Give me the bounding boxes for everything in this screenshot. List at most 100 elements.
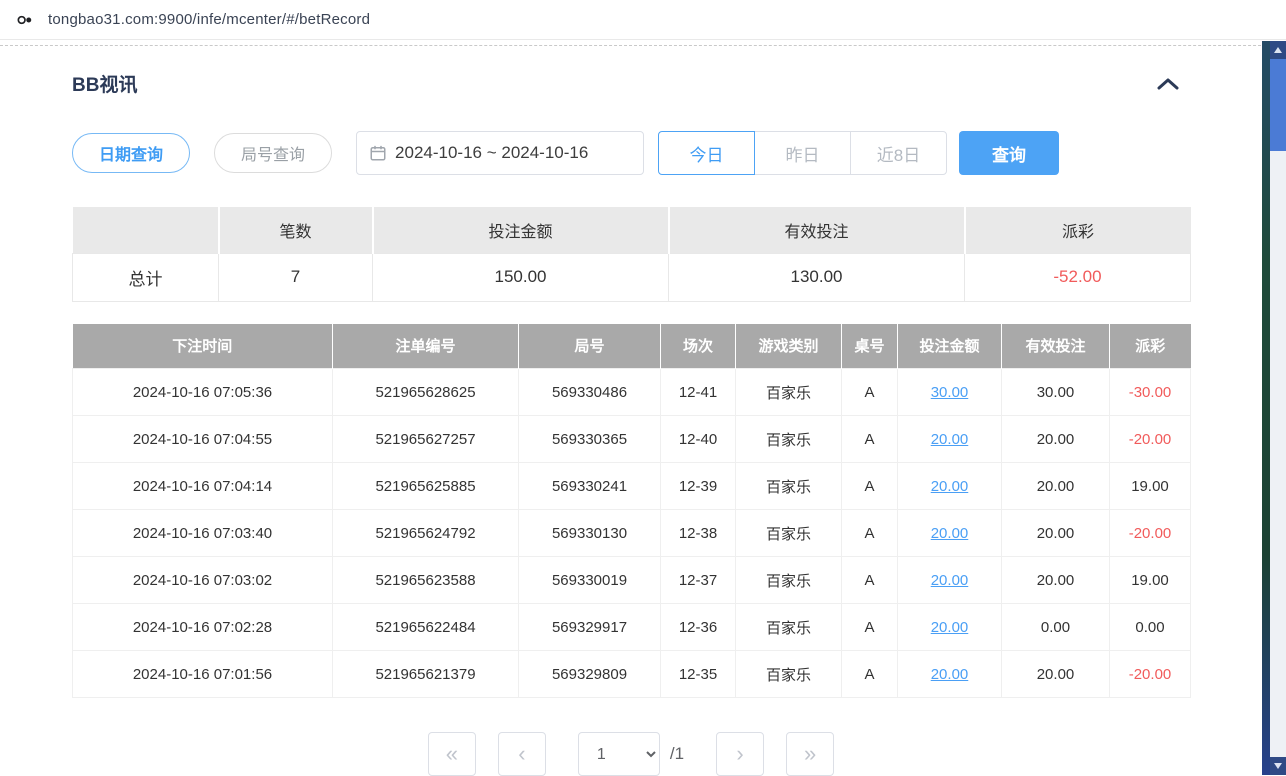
address-bar: tongbao31.com:9900/infe/mcenter/#/betRec… <box>0 0 1286 40</box>
order-no: 521965625885 <box>333 463 519 510</box>
filter-row: 日期查询 局号查询 2024-10-16 ~ 2024-10-16 今日 昨日 … <box>72 131 1190 175</box>
game-type: 百家乐 <box>736 557 842 604</box>
header-valid-bet: 有效投注 <box>1002 324 1110 369</box>
last-page-button[interactable]: » <box>786 732 834 776</box>
section-header: BB视讯 <box>72 70 1190 97</box>
table-row: 2024-10-16 07:04:14 521965625885 5693302… <box>73 463 1191 510</box>
round-no: 569330486 <box>519 369 661 416</box>
payout-cell: 19.00 <box>1110 557 1191 604</box>
summary-count: 7 <box>219 253 373 301</box>
table-row: 2024-10-16 07:01:56 521965621379 5693298… <box>73 651 1191 698</box>
header-payout: 派彩 <box>1110 324 1191 369</box>
background-strip <box>1262 41 1270 775</box>
order-no: 521965622484 <box>333 604 519 651</box>
table-no: A <box>842 463 898 510</box>
game-type: 百家乐 <box>736 510 842 557</box>
round-no: 569330241 <box>519 463 661 510</box>
bet-time: 2024-10-16 07:03:02 <box>73 557 333 604</box>
bet-amount-link[interactable]: 20.00 <box>931 619 969 636</box>
valid-bet: 0.00 <box>1002 604 1110 651</box>
payout-cell: 19.00 <box>1110 463 1191 510</box>
today-button[interactable]: 今日 <box>658 131 755 175</box>
page-total-label: /1 <box>670 744 684 764</box>
scroll-up-arrow[interactable] <box>1270 41 1286 59</box>
payout-cell: -30.00 <box>1110 369 1191 416</box>
valid-bet: 20.00 <box>1002 510 1110 557</box>
url-text[interactable]: tongbao31.com:9900/infe/mcenter/#/betRec… <box>48 11 370 28</box>
bet-time: 2024-10-16 07:04:55 <box>73 416 333 463</box>
header-session: 场次 <box>661 324 736 369</box>
session: 12-39 <box>661 463 736 510</box>
table-row: 2024-10-16 07:05:36 521965628625 5693304… <box>73 369 1191 416</box>
header-game-type: 游戏类别 <box>736 324 842 369</box>
session: 12-40 <box>661 416 736 463</box>
pagination: « ‹ 1 /1 › » <box>72 732 1190 776</box>
calendar-icon <box>369 144 387 162</box>
bet-amount-cell: 20.00 <box>898 604 1002 651</box>
summary-total-row: 总计 7 150.00 130.00 -52.00 <box>73 253 1191 301</box>
order-no: 521965628625 <box>333 369 519 416</box>
collapse-chevron-icon[interactable] <box>1156 77 1190 90</box>
last-8-days-button[interactable]: 近8日 <box>850 131 947 175</box>
game-type: 百家乐 <box>736 369 842 416</box>
records-table: 下注时间 注单编号 局号 场次 游戏类别 桌号 投注金额 有效投注 派彩 202… <box>72 324 1191 699</box>
table-row: 2024-10-16 07:02:28 521965622484 5693299… <box>73 604 1191 651</box>
prev-page-button[interactable]: ‹ <box>498 732 546 776</box>
bet-amount-link[interactable]: 20.00 <box>931 478 969 495</box>
payout-cell: -20.00 <box>1110 651 1191 698</box>
game-type: 百家乐 <box>736 651 842 698</box>
valid-bet: 30.00 <box>1002 369 1110 416</box>
table-row: 2024-10-16 07:04:55 521965627257 5693303… <box>73 416 1191 463</box>
yesterday-button[interactable]: 昨日 <box>754 131 851 175</box>
page-select[interactable]: 1 <box>578 732 660 776</box>
page-select-wrap: 1 /1 <box>578 732 684 776</box>
session: 12-38 <box>661 510 736 557</box>
valid-bet: 20.00 <box>1002 416 1110 463</box>
bet-time: 2024-10-16 07:05:36 <box>73 369 333 416</box>
summary-header-count: 笔数 <box>219 207 373 253</box>
table-row: 2024-10-16 07:03:40 521965624792 5693301… <box>73 510 1191 557</box>
bet-amount-cell: 20.00 <box>898 463 1002 510</box>
header-bet-time: 下注时间 <box>73 324 333 369</box>
up-triangle-icon <box>1274 47 1282 53</box>
next-page-button[interactable]: › <box>716 732 764 776</box>
valid-bet: 20.00 <box>1002 651 1110 698</box>
scrollbar-thumb[interactable] <box>1270 59 1286 151</box>
session: 12-36 <box>661 604 736 651</box>
site-icon[interactable] <box>12 7 38 33</box>
bet-amount-link[interactable]: 20.00 <box>931 431 969 448</box>
session: 12-35 <box>661 651 736 698</box>
bet-record-page: BB视讯 日期查询 局号查询 2024-10-16 ~ 2024-10-16 <box>0 41 1286 775</box>
bet-amount-cell: 20.00 <box>898 557 1002 604</box>
bet-amount-link[interactable]: 20.00 <box>931 666 969 683</box>
search-button[interactable]: 查询 <box>959 131 1059 175</box>
order-no: 521965627257 <box>333 416 519 463</box>
bet-amount-cell: 20.00 <box>898 651 1002 698</box>
header-table-no: 桌号 <box>842 324 898 369</box>
bet-amount-link[interactable]: 20.00 <box>931 572 969 589</box>
date-query-tab[interactable]: 日期查询 <box>72 133 190 173</box>
first-page-button[interactable]: « <box>428 732 476 776</box>
date-range-picker[interactable]: 2024-10-16 ~ 2024-10-16 <box>356 131 644 175</box>
round-query-tab[interactable]: 局号查询 <box>214 133 332 173</box>
bet-amount-cell: 30.00 <box>898 369 1002 416</box>
quick-date-group: 今日 昨日 近8日 <box>658 131 947 175</box>
order-no: 521965623588 <box>333 557 519 604</box>
order-no: 521965624792 <box>333 510 519 557</box>
table-row: 2024-10-16 07:03:02 521965623588 5693300… <box>73 557 1191 604</box>
header-round-no: 局号 <box>519 324 661 369</box>
bet-amount-link[interactable]: 30.00 <box>931 384 969 401</box>
header-order-no: 注单编号 <box>333 324 519 369</box>
round-no: 569330365 <box>519 416 661 463</box>
summary-valid-bet: 130.00 <box>669 253 965 301</box>
table-no: A <box>842 416 898 463</box>
game-type: 百家乐 <box>736 416 842 463</box>
bet-amount-link[interactable]: 20.00 <box>931 525 969 542</box>
game-type: 百家乐 <box>736 463 842 510</box>
valid-bet: 20.00 <box>1002 557 1110 604</box>
date-range-value: 2024-10-16 ~ 2024-10-16 <box>395 143 588 163</box>
summary-bet-amount: 150.00 <box>373 253 669 301</box>
round-no: 569330130 <box>519 510 661 557</box>
scroll-down-arrow[interactable] <box>1270 757 1286 775</box>
vertical-scrollbar[interactable] <box>1270 41 1286 775</box>
